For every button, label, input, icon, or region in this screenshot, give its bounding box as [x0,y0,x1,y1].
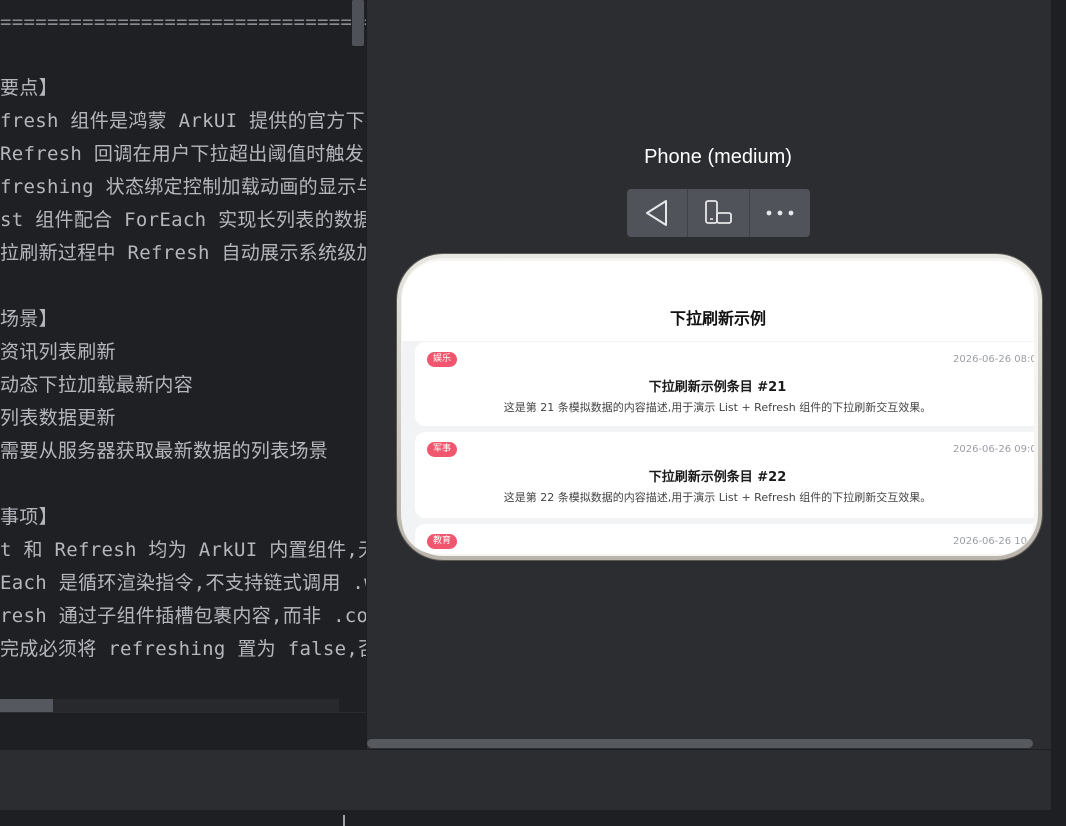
category-tag: 娱乐 [427,352,458,367]
code-line: 动态下拉加载最新内容 [0,374,194,396]
back-button[interactable] [627,189,689,237]
text-cursor [343,815,345,826]
code-line: 场景】 [0,308,58,330]
editor-footer [0,712,366,750]
more-icon [766,210,794,216]
code-line: Refresh 回调在用户下拉超出阈值时触发, [0,143,366,165]
code-line: freshing 状态绑定控制加载动画的显示与 [0,176,366,198]
editor-horizontal-scrollbar[interactable] [0,699,53,712]
bottom-panel [0,749,1051,811]
category-tag: 教育 [427,534,458,549]
refresh-list[interactable]: 娱乐 2026-06-26 08:00 下拉刷新示例条目 #21 这是第 21 … [402,341,1034,554]
item-timestamp: 2026-06-26 09:03 [953,444,1034,455]
more-button[interactable] [750,189,810,237]
item-title: 下拉刷新示例条目 #21 [648,380,787,395]
rotate-device-button[interactable] [688,189,750,237]
code-line: resh 通过子组件插槽包裹内容,而非 .co [0,605,366,627]
device-title: Phone (medium) [644,146,792,168]
previewer-horizontal-scrollbar[interactable] [367,739,1033,748]
code-line: Each 是循环渲染指令,不支持链式调用 .w [0,572,366,594]
list-item[interactable]: 军事 2026-06-26 09:03 下拉刷新示例条目 #22 这是第 22 … [415,432,1034,518]
code-line: 拉刷新过程中 Refresh 自动展示系统级加载 [0,242,366,264]
item-description: 这是第 22 条模拟数据的内容描述,用于演示 List + Refresh 组件… [503,491,932,504]
phone-screen[interactable]: 下拉刷新示例 娱乐 2026-06-26 08:00 下拉刷新示例条目 #21 … [402,261,1034,554]
list-item[interactable]: 教育 2026-06-26 10:0 [415,524,1034,554]
category-tag: 军事 [427,442,458,457]
code-line: fresh 组件是鸿蒙 ArkUI 提供的官方下拉 [0,110,366,132]
app-header: 下拉刷新示例 [402,261,1034,341]
code-line: t 和 Refresh 均为 ArkUI 内置组件,无 [0,539,366,561]
code-line: 要点】 [0,77,58,99]
item-title: 下拉刷新示例条目 #22 [648,470,787,485]
editor-vertical-scrollbar[interactable] [352,0,364,46]
code-line: 完成必须将 refreshing 置为 false,否 [0,638,366,660]
code-line: 事项】 [0,506,58,528]
list-item[interactable]: 娱乐 2026-06-26 08:00 下拉刷新示例条目 #21 这是第 21 … [415,342,1034,426]
item-description: 这是第 21 条模拟数据的内容描述,用于演示 List + Refresh 组件… [503,401,932,414]
previewer-toolbar [627,189,810,237]
code-line: st 组件配合 ForEach 实现长列表的数据 [0,209,366,231]
code-line: 列表数据更新 [0,407,116,429]
status-bar [0,810,1051,826]
right-tool-strip [1051,0,1066,826]
code-editor[interactable]: ========================================… [0,0,366,712]
code-line: 需要从服务器获取最新数据的列表场景 [0,440,329,462]
item-timestamp: 2026-06-26 08:00 [953,354,1034,365]
back-triangle-icon [646,200,668,226]
item-timestamp: 2026-06-26 10:0 [953,536,1034,547]
code-line: 资讯列表刷新 [0,341,116,363]
code-line: ========================================… [0,11,366,33]
rotate-device-icon [705,200,733,224]
page-title: 下拉刷新示例 [669,309,766,328]
